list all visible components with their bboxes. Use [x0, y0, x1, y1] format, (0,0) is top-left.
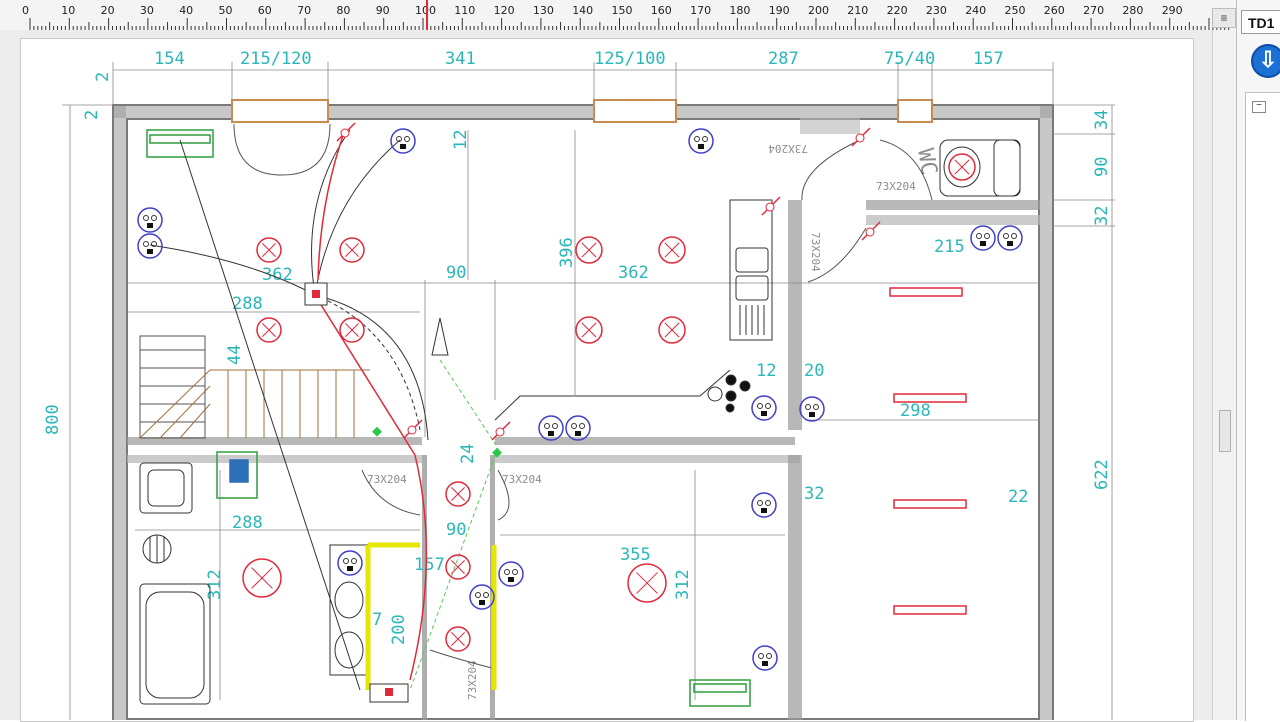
room-label-21: 200 — [389, 614, 409, 645]
gas-burner-icon — [708, 387, 722, 401]
room-label-6: 362 — [618, 263, 649, 283]
dim-top-6: 75/40 — [884, 49, 935, 69]
power-outlet-icon[interactable] — [338, 551, 362, 575]
bathtub — [140, 584, 210, 704]
light-switch-icon[interactable] — [337, 123, 355, 141]
power-outlet-icon[interactable] — [800, 397, 824, 421]
ceiling-light-icon[interactable] — [576, 237, 602, 263]
room-label-15: 90 — [446, 520, 466, 540]
dim-right-2: 90 — [1092, 157, 1112, 177]
power-outlet-icon[interactable] — [752, 396, 776, 420]
side-panel: TD1 ⇩ − — [1236, 0, 1280, 720]
dim-right-1: 34 — [1092, 110, 1112, 130]
scroll-thumb[interactable] — [1219, 410, 1231, 452]
dim-top-4: 125/100 — [594, 49, 666, 69]
ceiling-light-icon[interactable] — [257, 238, 281, 262]
room-label-13: 24 — [458, 444, 478, 464]
room-label-14: 288 — [232, 513, 263, 533]
floor-plan[interactable]: 154 215/120 341 125/100 287 75/40 157 2 … — [0, 0, 1212, 720]
room-label-16: 157 — [414, 555, 445, 575]
door-label-3: 73X204 — [768, 142, 808, 155]
power-outlet-icon[interactable] — [752, 493, 776, 517]
dim-top-2: 215/120 — [240, 49, 312, 69]
room-label-2: 288 — [232, 294, 263, 314]
door-label-1: 73X204 — [367, 473, 407, 486]
room-label-8: 20 — [804, 361, 824, 381]
side-list[interactable]: − — [1245, 92, 1280, 721]
room-label-3: 44 — [225, 345, 245, 365]
power-outlet-icon[interactable] — [391, 129, 415, 153]
room-label-20: 7 — [372, 610, 382, 630]
power-outlet-icon[interactable] — [566, 416, 590, 440]
selection-handle — [372, 427, 382, 437]
door-label-4: 73X204 — [876, 180, 916, 193]
dim-top-5: 287 — [768, 49, 799, 69]
power-outlet-icon[interactable] — [539, 416, 563, 440]
ceiling-light-icon[interactable] — [446, 627, 470, 651]
door-label-5: 73X204 — [809, 232, 822, 272]
electrical-cables — [150, 130, 498, 702]
door-label-2: 73X204 — [502, 473, 542, 486]
power-outlet-icon[interactable] — [689, 129, 713, 153]
ceiling-light-icon[interactable] — [340, 318, 364, 342]
ceiling-light-icon[interactable] — [628, 564, 666, 602]
dim-right-4: 622 — [1092, 459, 1112, 490]
vertical-scrollbar[interactable] — [1212, 30, 1237, 720]
ceiling-light-icon[interactable] — [446, 555, 470, 579]
ceiling-light-icon[interactable] — [949, 154, 975, 180]
dim-left-2: 2 — [82, 110, 102, 120]
download-arrow-icon[interactable]: ⇩ — [1251, 44, 1280, 78]
room-label-7: 12 — [756, 361, 776, 381]
room-label-22: 12 — [451, 130, 471, 150]
dim-top-7: 157 — [973, 49, 1004, 69]
dim-top-3: 341 — [445, 49, 476, 69]
room-label-5: 396 — [557, 237, 577, 268]
power-outlet-icon[interactable] — [998, 226, 1022, 250]
collapse-icon[interactable]: − — [1252, 101, 1266, 113]
room-label-11: 22 — [1008, 487, 1028, 507]
ceiling-light-icon[interactable] — [257, 318, 281, 342]
room-label-4: 90 — [446, 263, 466, 283]
power-outlet-icon[interactable] — [138, 208, 162, 232]
drawing-cursor-icon — [432, 318, 448, 355]
dimension-lines — [62, 62, 1115, 720]
ceiling-light-icon[interactable] — [659, 237, 685, 263]
power-outlet-icon[interactable] — [753, 646, 777, 670]
ceiling-light-icon[interactable] — [446, 482, 470, 506]
room-label-12: 32 — [804, 484, 824, 504]
electric-radiators — [890, 288, 966, 614]
ceiling-light-icon[interactable] — [576, 317, 602, 343]
power-outlet-icon[interactable] — [499, 562, 523, 586]
power-outlet-icon[interactable] — [971, 226, 995, 250]
ceiling-light-icon[interactable] — [659, 317, 685, 343]
dim-left-1: 2 — [93, 72, 113, 82]
room-label-10: 298 — [900, 401, 931, 421]
kitchen-sink — [736, 248, 768, 272]
dim-top-1: 154 — [154, 49, 185, 69]
room-label-19: 312 — [673, 569, 693, 600]
room-label-9: 215 — [934, 237, 965, 257]
dim-right-3: 32 — [1092, 206, 1112, 226]
heaters — [147, 130, 750, 706]
room-label-17: 355 — [620, 545, 651, 565]
ceiling-light-icon[interactable] — [340, 238, 364, 262]
dim-left-3: 800 — [43, 404, 63, 435]
door-label-6: 73X204 — [466, 660, 479, 700]
staircase — [140, 370, 370, 438]
td-tab[interactable]: TD1 — [1241, 10, 1280, 34]
wc-label: WC — [912, 147, 941, 177]
ceiling-light-icon[interactable] — [243, 559, 281, 597]
ruler-toggle-button[interactable]: ≡ — [1212, 8, 1236, 28]
